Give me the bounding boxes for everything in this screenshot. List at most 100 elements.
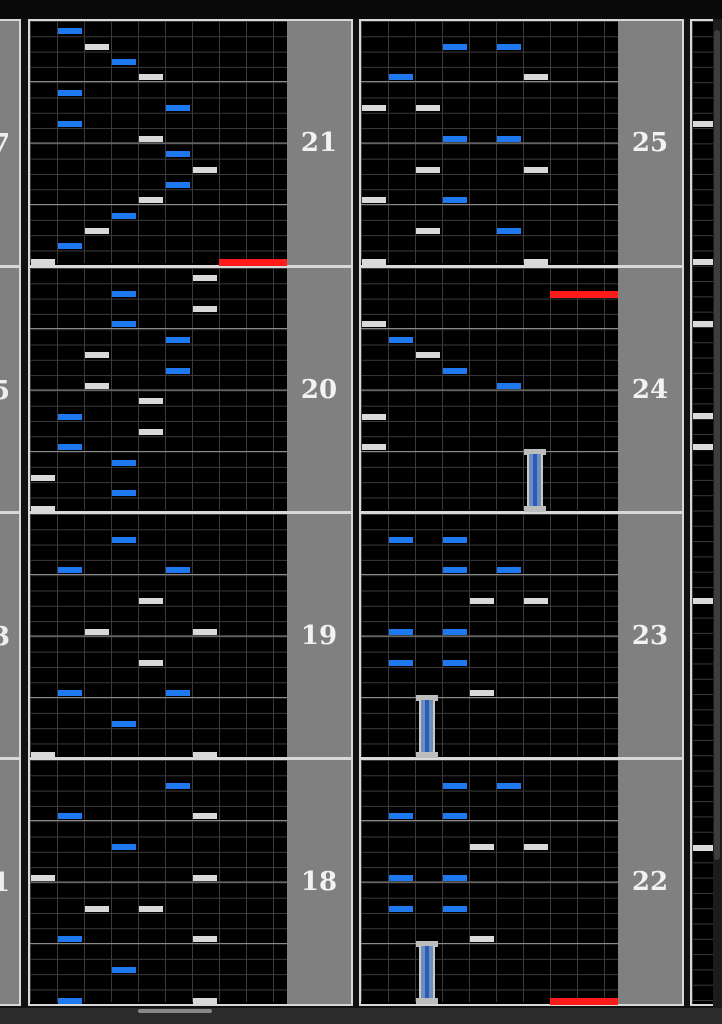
tap-note[interactable]	[58, 813, 82, 819]
ex-note[interactable]	[85, 44, 109, 50]
ex-note[interactable]	[524, 259, 548, 265]
ex-note[interactable]	[193, 813, 217, 819]
tap-note[interactable]	[58, 567, 82, 573]
ex-note[interactable]	[193, 306, 217, 312]
measure-panel-25[interactable]: 25	[359, 19, 684, 267]
tap-note[interactable]	[112, 321, 136, 327]
tap-note[interactable]	[443, 567, 467, 573]
hold-note[interactable]	[416, 941, 438, 1004]
tap-note[interactable]	[443, 660, 467, 666]
ex-note[interactable]	[362, 197, 386, 203]
tap-note[interactable]	[166, 690, 190, 696]
tap-note[interactable]	[166, 105, 190, 111]
measure-panel-partial-left-4[interactable]: 1	[0, 758, 21, 1006]
measure-panel-18[interactable]: 18	[28, 758, 353, 1006]
hold-note[interactable]	[416, 695, 438, 758]
tap-note[interactable]	[166, 337, 190, 343]
measure-panel-23[interactable]: 23	[359, 512, 684, 759]
measure-panel-partial-left-1[interactable]: 7	[0, 19, 21, 267]
tap-note[interactable]	[58, 28, 82, 34]
ex-note[interactable]	[416, 167, 440, 173]
tap-note[interactable]	[112, 967, 136, 973]
ex-note[interactable]	[524, 598, 548, 604]
ex-note[interactable]	[139, 136, 163, 142]
tap-note[interactable]	[166, 151, 190, 157]
ex-note[interactable]	[31, 475, 55, 481]
tap-note[interactable]	[497, 567, 521, 573]
note-grid[interactable]	[361, 268, 618, 510]
ex-note[interactable]	[85, 228, 109, 234]
ex-note[interactable]	[31, 875, 55, 881]
ex-note[interactable]	[362, 259, 386, 265]
slide-end-marker[interactable]	[550, 291, 618, 298]
ex-note[interactable]	[139, 74, 163, 80]
tap-note[interactable]	[58, 414, 82, 420]
ex-note[interactable]	[193, 167, 217, 173]
tap-note[interactable]	[443, 813, 467, 819]
ex-note[interactable]	[416, 105, 440, 111]
ex-note[interactable]	[139, 197, 163, 203]
tap-note[interactable]	[443, 629, 467, 635]
ex-note[interactable]	[193, 875, 217, 881]
ex-note[interactable]	[470, 936, 494, 942]
tap-note[interactable]	[497, 383, 521, 389]
note-grid[interactable]	[30, 760, 287, 1002]
tap-note[interactable]	[497, 228, 521, 234]
tap-note[interactable]	[112, 537, 136, 543]
ex-note[interactable]	[524, 74, 548, 80]
ex-note[interactable]	[193, 936, 217, 942]
tap-note[interactable]	[443, 44, 467, 50]
horizontal-scrollbar-thumb[interactable]	[138, 1009, 212, 1013]
ex-note[interactable]	[362, 105, 386, 111]
tap-note[interactable]	[58, 998, 82, 1004]
tap-note[interactable]	[389, 906, 413, 912]
ex-note[interactable]	[416, 352, 440, 358]
tap-note[interactable]	[58, 90, 82, 96]
tap-note[interactable]	[58, 690, 82, 696]
tap-note[interactable]	[112, 490, 136, 496]
tap-note[interactable]	[389, 813, 413, 819]
vertical-scrollbar-thumb[interactable]	[714, 30, 720, 860]
tap-note[interactable]	[58, 936, 82, 942]
tap-note[interactable]	[166, 182, 190, 188]
tap-note[interactable]	[497, 136, 521, 142]
ex-note[interactable]	[362, 414, 386, 420]
tap-note[interactable]	[58, 121, 82, 127]
tap-note[interactable]	[389, 337, 413, 343]
measure-panel-24[interactable]: 24	[359, 266, 684, 513]
tap-note[interactable]	[443, 875, 467, 881]
ex-note[interactable]	[470, 844, 494, 850]
tap-note[interactable]	[443, 197, 467, 203]
hold-note[interactable]	[524, 449, 546, 512]
ex-note[interactable]	[139, 906, 163, 912]
measure-panel-22[interactable]: 22	[359, 758, 684, 1006]
tap-note[interactable]	[112, 721, 136, 727]
slide-end-marker[interactable]	[550, 998, 618, 1005]
ex-note[interactable]	[139, 660, 163, 666]
tap-note[interactable]	[112, 213, 136, 219]
ex-note[interactable]	[193, 998, 217, 1004]
ex-note[interactable]	[193, 275, 217, 281]
tap-note[interactable]	[497, 44, 521, 50]
note-grid[interactable]	[361, 21, 618, 263]
ex-note[interactable]	[85, 352, 109, 358]
tap-note[interactable]	[497, 783, 521, 789]
measure-panel-20[interactable]: 20	[28, 266, 353, 513]
ex-note[interactable]	[85, 629, 109, 635]
tap-note[interactable]	[389, 629, 413, 635]
tap-note[interactable]	[166, 567, 190, 573]
ex-note[interactable]	[139, 429, 163, 435]
tap-note[interactable]	[389, 74, 413, 80]
tap-note[interactable]	[58, 444, 82, 450]
ex-note[interactable]	[470, 598, 494, 604]
ex-note[interactable]	[85, 383, 109, 389]
slide-end-marker[interactable]	[219, 259, 287, 266]
tap-note[interactable]	[58, 243, 82, 249]
tap-note[interactable]	[112, 59, 136, 65]
tap-note[interactable]	[443, 537, 467, 543]
note-grid[interactable]	[30, 21, 287, 263]
ex-note[interactable]	[139, 398, 163, 404]
tap-note[interactable]	[443, 783, 467, 789]
ex-note[interactable]	[524, 844, 548, 850]
ex-note[interactable]	[524, 167, 548, 173]
